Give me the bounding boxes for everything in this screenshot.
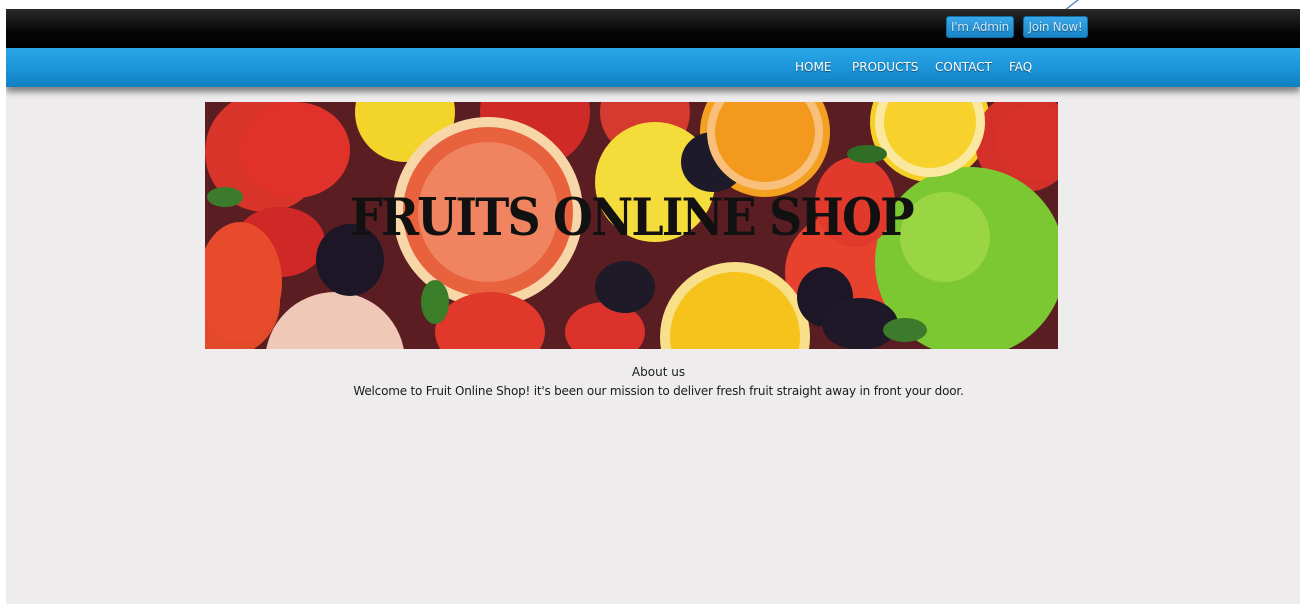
- admin-button[interactable]: I'm Admin: [946, 16, 1014, 38]
- main-navigation: HOME PRODUCTS CONTACT FAQ: [6, 48, 1300, 87]
- nav-item-contact[interactable]: CONTACT: [935, 48, 992, 87]
- hero-banner: FRUITS ONLINE SHOP: [205, 102, 1058, 349]
- about-heading: About us: [631, 365, 686, 379]
- about-text: Welcome to Fruit Online Shop! it's been …: [353, 384, 964, 398]
- page: I'm Admin Join Now! HOME PRODUCTS CONTAC…: [6, 9, 1300, 604]
- nav-item-products[interactable]: PRODUCTS: [852, 48, 918, 87]
- top-bar: I'm Admin Join Now!: [6, 9, 1300, 48]
- nav-item-faq[interactable]: FAQ: [1009, 48, 1032, 87]
- join-now-button[interactable]: Join Now!: [1023, 16, 1088, 38]
- banner-title: FRUITS ONLINE SHOP: [350, 188, 915, 248]
- nav-item-home[interactable]: HOME: [795, 48, 831, 87]
